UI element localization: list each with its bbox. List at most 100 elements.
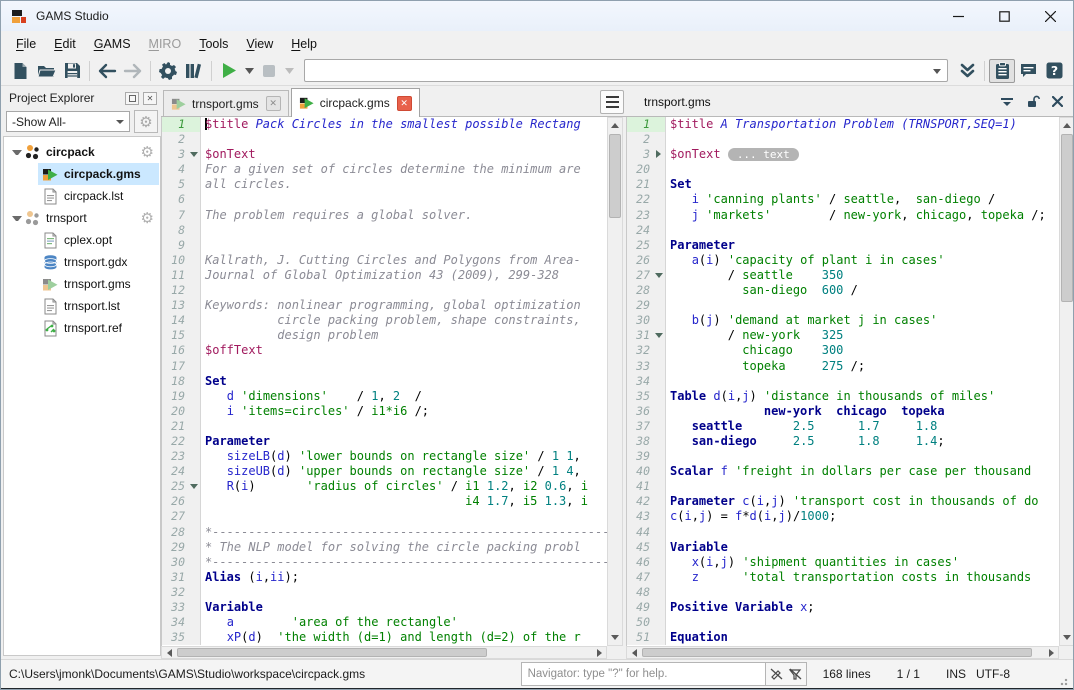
left-editor-hscrollbar[interactable]	[161, 646, 607, 659]
right-editor-hscrollbar[interactable]	[626, 646, 1059, 659]
dock-pin-button[interactable]	[1000, 96, 1014, 108]
tree-item-label: cplex.opt	[64, 233, 112, 247]
tree-item-circpack[interactable]: circpack ⚙	[4, 141, 160, 163]
tree-item-trnsport[interactable]: trnsport ⚙	[4, 207, 160, 229]
code-line: 28 san-diego 600 /	[627, 283, 1059, 298]
fold-marker	[653, 208, 666, 223]
explorer-settings-button[interactable]: ⚙	[134, 110, 158, 133]
expand-arrow-icon[interactable]	[12, 147, 22, 157]
menu-item-tools[interactable]: Tools	[190, 34, 237, 54]
code-line: 23 sizeLB(d) 'lower bounds on rectangle …	[162, 449, 607, 464]
caret-down-button[interactable]	[282, 59, 296, 83]
tree-item-trnsport-gms[interactable]: trnsport.gms	[4, 273, 160, 295]
code-line: 27	[162, 509, 607, 524]
caret-down-icon	[245, 68, 254, 74]
scroll-down-icon[interactable]	[608, 630, 622, 645]
scroll-left-icon[interactable]	[162, 647, 176, 658]
save-button[interactable]	[59, 59, 85, 83]
tree-item-trnsport-gdx[interactable]: trnsport.gdx	[4, 251, 160, 273]
tab-circpack-gms[interactable]: circpack.gms✕	[291, 88, 420, 117]
code-line: 26 i4 1.7, i5 1.3, i	[162, 494, 607, 509]
line-number: 37	[627, 419, 653, 434]
help-question-button[interactable]: ?	[1041, 59, 1067, 83]
close-split-button[interactable]	[1052, 96, 1063, 107]
menu-item-miro[interactable]: MIRO	[140, 34, 191, 54]
navigator-input[interactable]: Navigator: type "?" for help.	[521, 662, 807, 686]
file-path: C:\Users\jmonk\Documents\GAMS\Studio\wor…	[9, 667, 521, 681]
pin-down-icon	[1000, 96, 1014, 108]
settings-gear-button[interactable]	[155, 59, 181, 83]
menu-item-view[interactable]: View	[237, 34, 282, 54]
run-play-button[interactable]	[216, 59, 242, 83]
scroll-up-icon[interactable]	[1060, 118, 1074, 133]
menu-item-file[interactable]: File	[7, 34, 45, 54]
project-gear-icon[interactable]: ⚙	[141, 145, 154, 160]
model-library-button[interactable]	[181, 59, 207, 83]
hscroll-thumb[interactable]	[642, 648, 1032, 657]
line-number: 30	[627, 313, 653, 328]
scroll-right-icon[interactable]	[1044, 647, 1058, 658]
vscroll-thumb[interactable]	[1061, 134, 1073, 302]
tab-trnsport-gms[interactable]: trnsport.gms✕	[163, 90, 289, 116]
double-chevron-down-button[interactable]	[954, 59, 980, 83]
minimize-button[interactable]	[935, 1, 981, 31]
fold-marker[interactable]	[653, 268, 666, 283]
project-filter-combo[interactable]: -Show All-	[6, 111, 130, 132]
code-line: 46 x(i,j) 'shipment quantities in cases'	[627, 555, 1059, 570]
close-panel-button[interactable]: ✕	[143, 92, 157, 105]
clipboard-button[interactable]	[989, 59, 1015, 83]
tree-item-circpack-lst[interactable]: circpack.lst	[4, 185, 160, 207]
main-combo-box[interactable]	[304, 59, 948, 82]
left-editor-vscrollbar[interactable]	[607, 117, 623, 646]
maximize-button[interactable]	[981, 1, 1027, 31]
new-file-button[interactable]	[7, 59, 33, 83]
tree-item-trnsport-lst[interactable]: trnsport.lst	[4, 295, 160, 317]
scroll-right-icon[interactable]	[592, 647, 606, 658]
menu-item-edit[interactable]: Edit	[45, 34, 85, 54]
expand-arrow-icon[interactable]	[12, 213, 22, 223]
tree-item-trnsport-ref[interactable]: trnsport.ref	[4, 317, 160, 339]
tab-list-button[interactable]	[600, 90, 624, 114]
hscroll-thumb[interactable]	[177, 648, 487, 657]
fold-marker[interactable]	[188, 479, 201, 494]
resize-grip[interactable]	[1060, 676, 1070, 686]
tree-item-circpack-gms[interactable]: circpack.gms	[4, 163, 160, 185]
tree-item-cplex-opt[interactable]: cplex.opt	[4, 229, 160, 251]
forward-arrow-button[interactable]	[120, 59, 146, 83]
tab-close-icon[interactable]: ✕	[397, 96, 412, 111]
fold-marker	[653, 525, 666, 540]
float-panel-button[interactable]	[125, 92, 139, 105]
right-editor-vscrollbar[interactable]	[1059, 117, 1074, 646]
scroll-down-icon[interactable]	[1060, 630, 1074, 645]
menu-item-gams[interactable]: GAMS	[85, 34, 140, 54]
minimize-icon	[953, 11, 964, 22]
fold-marker[interactable]	[653, 147, 666, 162]
code-editor-trnsport[interactable]: 1$title A Transportation Problem (TRNSPO…	[626, 117, 1059, 646]
line-number: 4	[162, 162, 188, 177]
tree-item-label: trnsport.lst	[64, 299, 120, 313]
fold-marker[interactable]	[653, 328, 666, 343]
project-gear-icon[interactable]: ⚙	[141, 211, 154, 226]
menu-item-help[interactable]: Help	[282, 34, 326, 54]
code-line: 8	[162, 223, 607, 238]
scroll-left-icon[interactable]	[627, 647, 641, 658]
back-arrow-button[interactable]	[94, 59, 120, 83]
tab-close-icon[interactable]: ✕	[266, 96, 281, 111]
tree-item-label: trnsport.ref	[64, 321, 122, 335]
lock-button[interactable]	[1026, 95, 1040, 109]
navigator-toggle-group[interactable]	[765, 662, 807, 686]
code-editor-circpack[interactable]: 1$title Pack Circles in the smallest pos…	[161, 117, 607, 646]
vscroll-thumb[interactable]	[609, 134, 621, 218]
split-view-header: trnsport.gms	[597, 87, 1074, 117]
open-folder-button[interactable]	[33, 59, 59, 83]
fold-marker[interactable]	[188, 147, 201, 162]
fold-marker	[188, 177, 201, 192]
scroll-up-icon[interactable]	[608, 118, 622, 133]
stop-square-button[interactable]	[256, 59, 282, 83]
tree-item-label: trnsport	[46, 211, 87, 225]
code-line: 25Parameter	[627, 238, 1059, 253]
close-button[interactable]	[1027, 1, 1073, 31]
caret-down-button[interactable]	[242, 59, 256, 83]
tree-item-label: circpack	[46, 145, 95, 159]
comment-bubble-button[interactable]	[1015, 59, 1041, 83]
